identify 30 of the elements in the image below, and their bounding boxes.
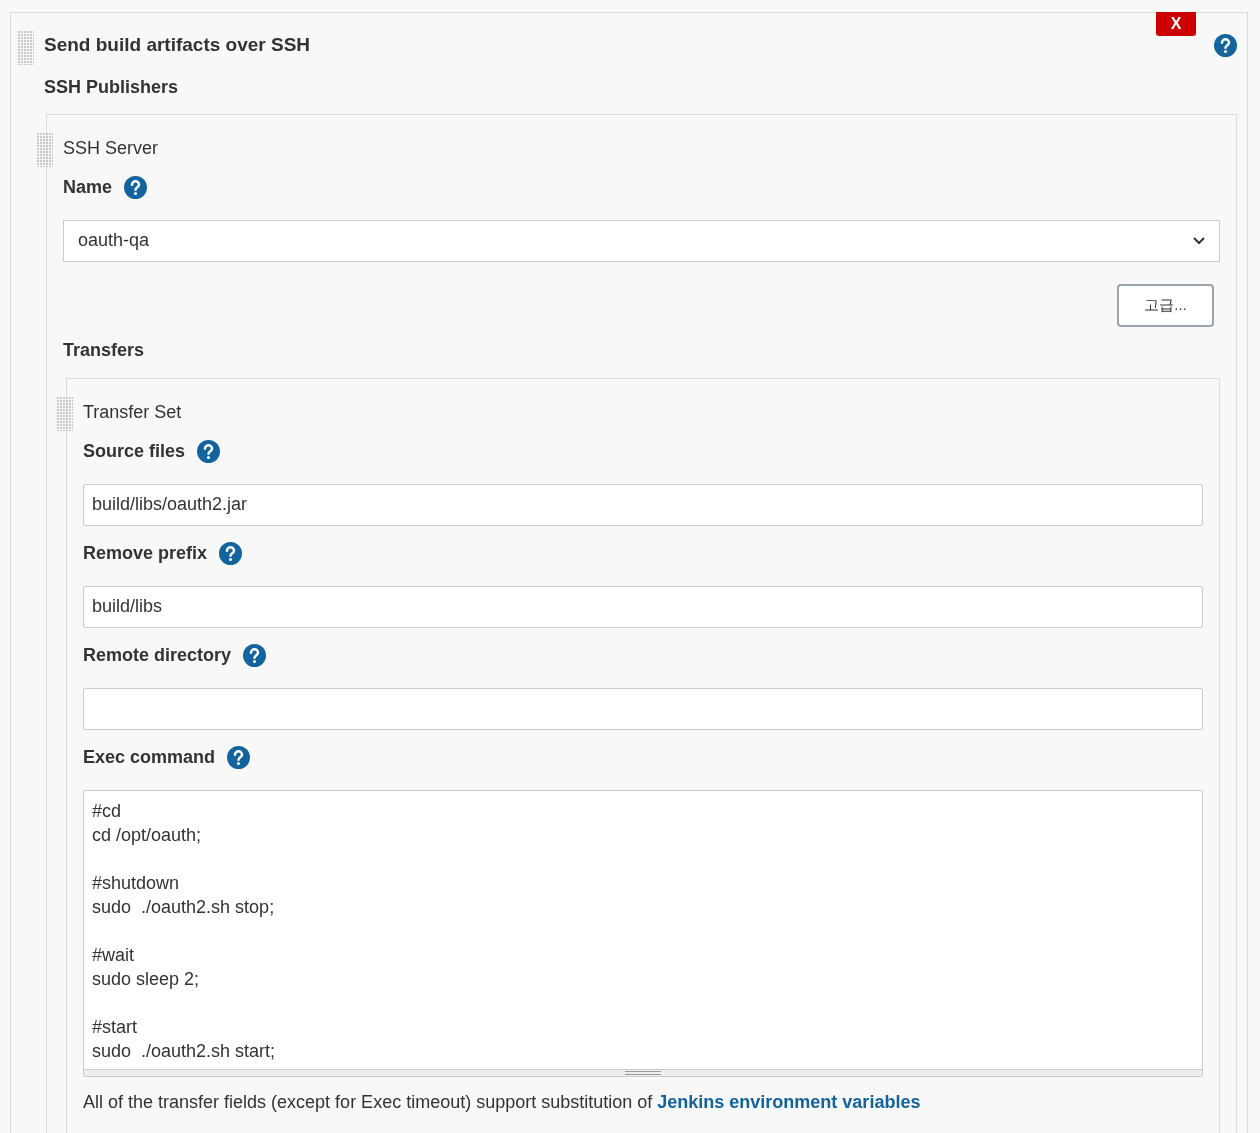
field-label: Exec command <box>83 745 216 769</box>
text-field[interactable]: build/libs <box>83 585 1203 628</box>
field-label: Source files <box>83 439 186 463</box>
text-field[interactable]: build/libs/oauth2.jar <box>83 483 1203 526</box>
field-label: Name <box>63 175 113 199</box>
ssh-server-heading: SSH Server <box>63 136 160 160</box>
drag-handle-icon[interactable] <box>37 132 53 167</box>
delete-button[interactable]: X <box>1156 12 1196 36</box>
chevron-down-icon <box>1193 236 1205 245</box>
section-title: Send build artifacts over SSH <box>44 33 311 57</box>
help-icon[interactable] <box>219 541 243 565</box>
field-label: Remote directory <box>83 643 232 667</box>
help-icon[interactable] <box>243 643 267 667</box>
section-subtitle: SSH Publishers <box>43 75 180 99</box>
exec-command-field[interactable]: #cd cd /opt/oauth; #shutdown sudo ./oauth2.sh stop; #wait sudo sleep 2; #start sudo ./oauth2.sh start; <box>83 789 1203 1077</box>
field-label: Remove prefix <box>83 541 208 565</box>
resize-grip-icon[interactable] <box>625 1070 661 1075</box>
transfers-label: Transfers <box>63 338 146 362</box>
drag-handle-icon[interactable] <box>57 396 73 431</box>
name-select[interactable]: oauth-qa <box>63 219 1220 262</box>
transfer-set-heading: Transfer Set <box>83 400 183 424</box>
help-icon[interactable] <box>1214 33 1237 57</box>
env-variables-link[interactable]: Jenkins environment variables <box>657 1091 921 1112</box>
advanced-button[interactable]: 고급... <box>1117 283 1214 327</box>
footer-note: All of the transfer fields (except for Exec timeout) support substitution of Jenkins environment variables <box>83 1090 922 1113</box>
text-field[interactable] <box>83 687 1203 730</box>
help-icon[interactable] <box>197 439 221 463</box>
help-icon[interactable] <box>227 745 251 769</box>
help-icon[interactable] <box>124 175 148 199</box>
drag-handle-icon[interactable] <box>18 31 34 65</box>
